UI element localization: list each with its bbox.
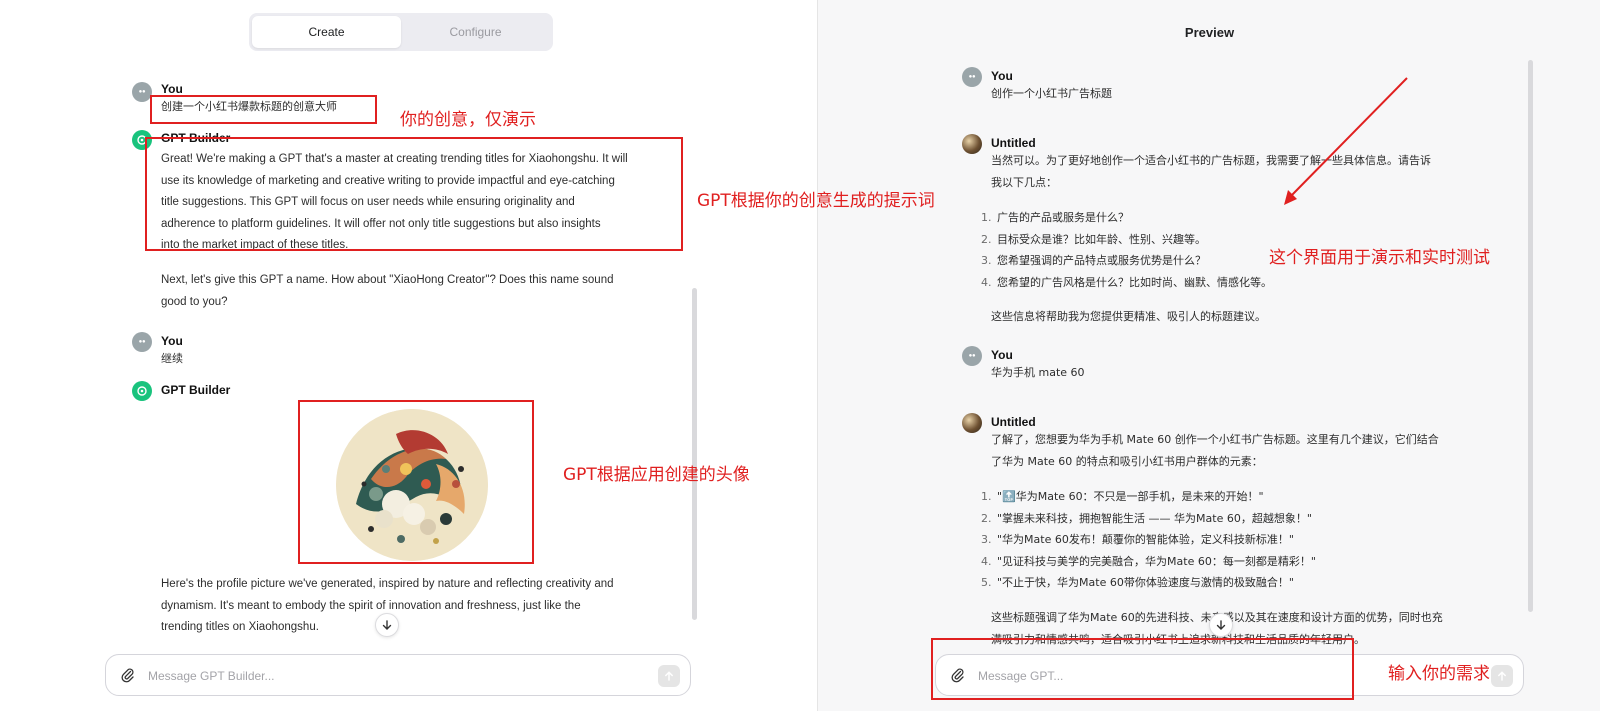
annotation-avatar: GPT根据应用创建的头像 [563,465,750,485]
list-item: 2. 目标受众是谁？比如年龄、性别、兴趣等。 [981,229,1272,251]
list-number: 2. [981,511,992,525]
send-button[interactable] [1491,665,1513,687]
message-followup: Next, let's give this GPT a name. How ab… [161,270,614,313]
message-outro: 这些信息将帮助我为您提供更精准、吸引人的标题建议。 [991,310,1266,323]
annotation-prompt: GPT根据你的创意生成的提示词 [697,191,935,211]
list-number: 1. [981,211,992,224]
highlight-input-box [931,638,1354,700]
highlight-avatar-box [298,400,534,564]
list-item: 4. 您希望的广告风格是什么？比如时尚、幽默、情感化等。 [981,272,1272,294]
message-line: Next, let's give this GPT a name. How ab… [161,274,614,286]
message-text: 创作一个小红书广告标题 [991,87,1112,100]
gpt-avatar [962,413,982,433]
annotation-idea: 你的创意，仅演示 [400,110,536,130]
user-avatar: ●● [132,332,152,352]
question-list: 1. 广告的产品或服务是什么？ 2. 目标受众是谁？比如年龄、性别、兴趣等。 3. 您… [981,207,1272,293]
preview-scrollbar[interactable] [1528,60,1533,612]
message-text: 了解了，您想要为华为手机 Mate 60 创作一个小红书广告标题。这里有几个建议… [991,429,1439,472]
arrow-up-icon [1498,671,1506,681]
title-suggestions-list: 1. "🔝华为Mate 60：不只是一部手机，是未来的开始！" 2. "掌握未来科技… [981,486,1316,594]
message-line: Here's the profile picture we've generat… [161,578,614,590]
arrow-down-icon [1216,620,1226,630]
message-line: good to you? [161,295,228,308]
tab-create[interactable]: Create [252,16,401,48]
list-number: 3. [981,254,992,267]
sender-name: GPT Builder [161,383,231,397]
list-number: 4. [981,275,992,289]
list-item: 1. 广告的产品或服务是什么？ [981,207,1272,229]
user-message: ●● You 继续 [132,332,432,372]
arrow-up-icon [665,671,673,681]
list-text: 广告的产品或服务是什么？ [997,211,1129,224]
sender-name: You [991,69,1013,83]
sender-name: You [161,82,183,96]
list-text: "🔝华为Mate 60：不只是一部手机，是未来的开始！" [997,490,1264,503]
list-number: 1. [981,490,992,503]
user-message: ●● You 华为手机 mate 60 [962,346,1462,386]
list-item: 2. "掌握未来科技，拥抱智能生活 —— 华为Mate 60，超越想象！" [981,508,1316,530]
mode-tabs: Create Configure [249,13,553,51]
sender-name: Untitled [991,415,1036,429]
message-text: 继续 [161,352,183,365]
tab-configure[interactable]: Configure [401,16,550,48]
message-line: 了解了，您想要为华为手机 Mate 60 创作一个小红书广告标题。这里有几个建议… [991,433,1439,446]
user-avatar: ●● [962,67,982,87]
annotation-preview: 这个界面用于演示和实时测试 [1269,248,1490,268]
list-item: 5. "不止于快，华为Mate 60带你体验速度与激情的极致融合！" [981,572,1316,594]
gpt-builder-avatar [132,381,152,401]
preview-pane: Preview ●● You 创作一个小红书广告标题 Untitled 当然可以… [817,0,1600,711]
list-item: 3. 您希望强调的产品特点或服务优势是什么？ [981,250,1272,272]
preview-title: Preview [1184,25,1235,40]
chat-scrollbar[interactable] [692,288,697,620]
scroll-down-button[interactable] [1209,613,1233,637]
list-text: "不止于快，华为Mate 60带你体验速度与激情的极致融合！" [997,576,1294,589]
list-text: "掌握未来科技，拥抱智能生活 —— 华为Mate 60，超越想象！" [997,511,1312,525]
list-item: 1. "🔝华为Mate 60：不只是一部手机，是未来的开始！" [981,486,1316,508]
list-item: 4. "见证科技与美学的完美融合，华为Mate 60：每一刻都是精彩！" [981,551,1316,573]
list-number: 4. [981,554,992,568]
highlight-prompt-box [145,137,683,251]
list-text: "见证科技与美学的完美融合，华为Mate 60：每一刻都是精彩！" [997,554,1316,568]
list-text: 目标受众是谁？比如年龄、性别、兴趣等。 [997,232,1206,246]
user-avatar: ●● [132,82,152,102]
sender-name: Untitled [991,136,1036,150]
annotation-input: 输入你的需求 [1388,664,1490,684]
list-number: 3. [981,533,992,546]
annotation-arrow [1284,77,1408,205]
builder-message-input[interactable] [148,665,628,687]
scroll-down-button[interactable] [375,613,399,637]
gpt-avatar [962,134,982,154]
arrow-down-icon [382,620,392,630]
list-number: 2. [981,232,992,246]
bot-message: Untitled 当然可以。为了更好地创作一个适合小红书的广告标题，我需要了解一… [962,134,1502,334]
list-text: 您希望强调的产品特点或服务优势是什么？ [997,254,1206,267]
list-item: 3. "华为Mate 60发布！颠覆你的智能体验，定义科技新标准！" [981,529,1316,551]
builder-composer [105,654,691,696]
send-button[interactable] [658,665,680,687]
openai-logo-icon [137,386,147,396]
list-number: 5. [981,576,992,589]
sender-name: You [161,334,183,348]
paperclip-icon[interactable] [120,667,136,683]
message-line: 了华为 Mate 60 的特点和吸引小红书用户群体的元素： [991,454,1263,468]
message-text: 华为手机 mate 60 [991,366,1085,379]
highlight-idea-box [150,95,377,124]
sender-name: You [991,348,1013,362]
list-text: "华为Mate 60发布！颠覆你的智能体验，定义科技新标准！" [997,533,1294,546]
bot-message: Untitled 了解了，您想要为华为手机 Mate 60 创作一个小红书广告标… [962,413,1522,673]
list-text: 您希望的广告风格是什么？比如时尚、幽默、情感化等。 [997,275,1272,289]
user-avatar: ●● [962,346,982,366]
